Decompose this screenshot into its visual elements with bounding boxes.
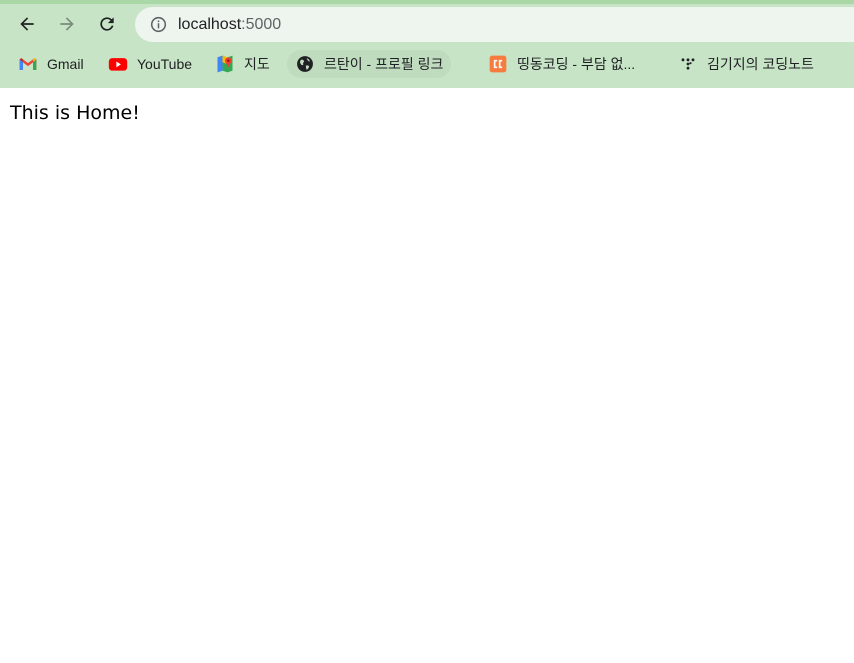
gmail-icon [18,54,38,74]
back-button[interactable] [12,9,42,39]
toolbar-top-strip [0,0,854,4]
bookmark-label: 지도 [244,56,270,72]
reload-icon [100,17,114,31]
bookmark-label: 김기지의 코딩노트 [707,56,814,72]
maps-icon [215,54,235,74]
page-content: This is Home! [0,88,854,663]
bookmark-label: Gmail [47,56,84,72]
globe-icon [295,54,315,74]
forward-button[interactable] [52,9,82,39]
url-port: :5000 [241,15,282,33]
bookmark-label: YouTube [137,56,193,72]
url-text[interactable]: localhost:5000 [178,16,281,34]
bookmark-kimgiji-coding-note[interactable]: 김기지의 코딩노트 [670,50,822,78]
reload-button[interactable] [92,9,122,39]
address-bar[interactable]: localhost:5000 [135,7,854,42]
bookmarks-bar: Gmail YouTube 지도 르탄이 - 프로필 링크 띵동코딩 - 부담 … [0,47,854,83]
arrow-left-icon [20,17,34,31]
home-heading: This is Home! [10,102,140,124]
bookmark-label: 르탄이 - 프로필 링크 [324,56,444,72]
browser-toolbar: localhost:5000 Gmail YouTube 지도 르탄이 - 프로… [0,0,854,88]
dots-icon [678,54,698,74]
bookmark-maps[interactable]: 지도 [207,50,278,78]
url-host: localhost [178,15,242,33]
bookmark-youtube[interactable]: YouTube [100,50,200,78]
bookmark-dingdong-coding[interactable]: 띵동코딩 - 부담 없... [480,50,643,78]
dingdong-icon [488,54,508,74]
site-info-icon[interactable] [149,16,167,34]
youtube-icon [108,54,128,74]
bookmark-gmail[interactable]: Gmail [10,50,92,78]
bookmark-label: 띵동코딩 - 부담 없... [517,56,636,72]
arrow-right-icon [60,17,74,31]
bookmark-rtan-profile[interactable]: 르탄이 - 프로필 링크 [287,50,452,78]
